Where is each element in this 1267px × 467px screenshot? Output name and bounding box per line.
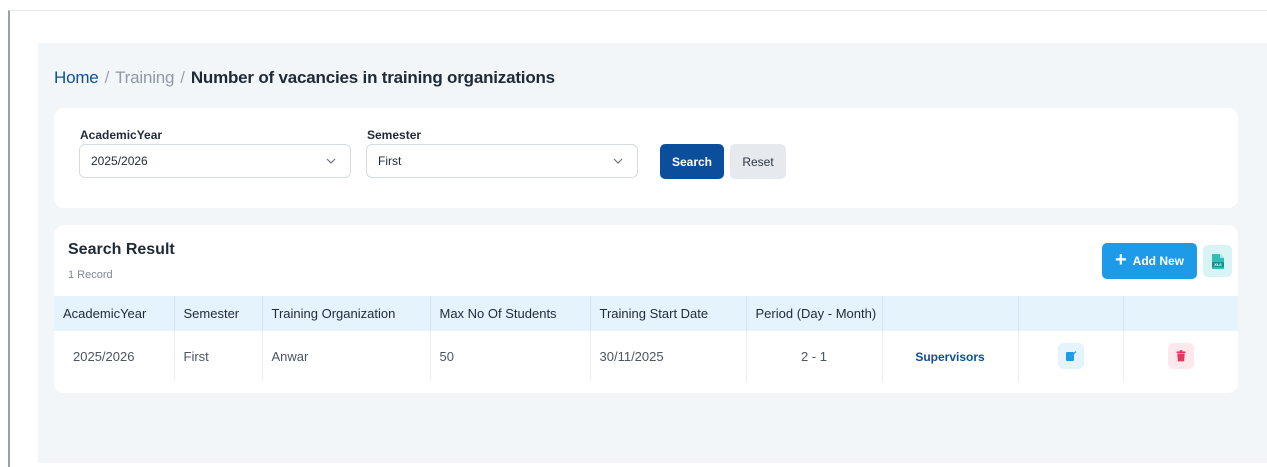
result-title: Search Result [68, 241, 175, 258]
academic-year-label: AcademicYear [80, 128, 163, 142]
academic-year-select[interactable]: 2025/2026 [79, 144, 351, 178]
breadcrumb: Home / Training / Number of vacancies in… [54, 68, 555, 88]
cell-start-date: 30/11/2025 [590, 331, 747, 381]
results-table: AcademicYear Semester Training Organizat… [54, 296, 1238, 381]
excel-export-icon-label: XLS [1214, 263, 1222, 267]
cell-edit [1018, 331, 1124, 381]
breadcrumb-separator: / [104, 68, 110, 87]
breadcrumb-separator: / [180, 68, 185, 87]
column-header-training-organization[interactable]: Training Organization [262, 296, 431, 331]
cell-delete [1123, 331, 1238, 381]
cell-semester: First [174, 331, 263, 381]
add-new-label: Add New [1132, 254, 1185, 268]
search-button[interactable]: Search [660, 144, 724, 179]
table-row: 2025/2026 First Anwar 50 30/11/2025 2 - … [54, 331, 1238, 381]
delete-button[interactable] [1167, 343, 1194, 369]
cell-max-students: 50 [430, 331, 591, 381]
column-header-period[interactable]: Period (Day - Month) [746, 296, 883, 331]
add-new-button[interactable]: + Add New [1102, 243, 1197, 279]
semester-value: First [378, 154, 402, 168]
chevron-down-icon [613, 158, 623, 164]
column-header-supervisors [882, 296, 1019, 331]
cell-training-organization: Anwar [262, 331, 431, 381]
column-header-max-students[interactable]: Max No Of Students [430, 296, 591, 331]
app-frame: Home / Training / Number of vacancies in… [8, 10, 1267, 467]
edit-button[interactable] [1057, 343, 1084, 369]
table-header-row: AcademicYear Semester Training Organizat… [54, 296, 1238, 331]
filter-card: AcademicYear 2025/2026 Semester First Se… [54, 108, 1238, 208]
excel-export-button[interactable]: XLS [1203, 245, 1232, 277]
column-header-semester[interactable]: Semester [174, 296, 263, 331]
edit-icon [1065, 351, 1076, 361]
excel-export-icon: XLS [1211, 253, 1224, 269]
supervisors-link[interactable]: Supervisors [915, 350, 984, 364]
reset-button[interactable]: Reset [730, 144, 786, 179]
page-title: Number of vacancies in training organiza… [190, 68, 555, 87]
chevron-down-icon [326, 158, 336, 164]
column-header-start-date[interactable]: Training Start Date [590, 296, 747, 331]
column-header-academic-year[interactable]: AcademicYear [54, 296, 175, 331]
breadcrumb-home[interactable]: Home [54, 68, 99, 88]
record-count: 1 Record [68, 269, 113, 281]
cell-academic-year: 2025/2026 [54, 331, 175, 381]
column-header-delete [1123, 296, 1238, 331]
cell-supervisors: Supervisors [882, 331, 1019, 381]
trash-icon [1176, 350, 1186, 362]
page-content: Home / Training / Number of vacancies in… [38, 43, 1267, 463]
cell-period: 2 - 1 [746, 331, 883, 381]
academic-year-value: 2025/2026 [91, 154, 148, 168]
result-card: Search Result 1 Record + Add New XLS Aca… [54, 225, 1238, 393]
semester-select[interactable]: First [366, 144, 638, 178]
semester-label: Semester [367, 128, 422, 142]
column-header-edit [1018, 296, 1124, 331]
plus-icon: + [1114, 249, 1127, 271]
breadcrumb-training[interactable]: Training [115, 68, 174, 88]
